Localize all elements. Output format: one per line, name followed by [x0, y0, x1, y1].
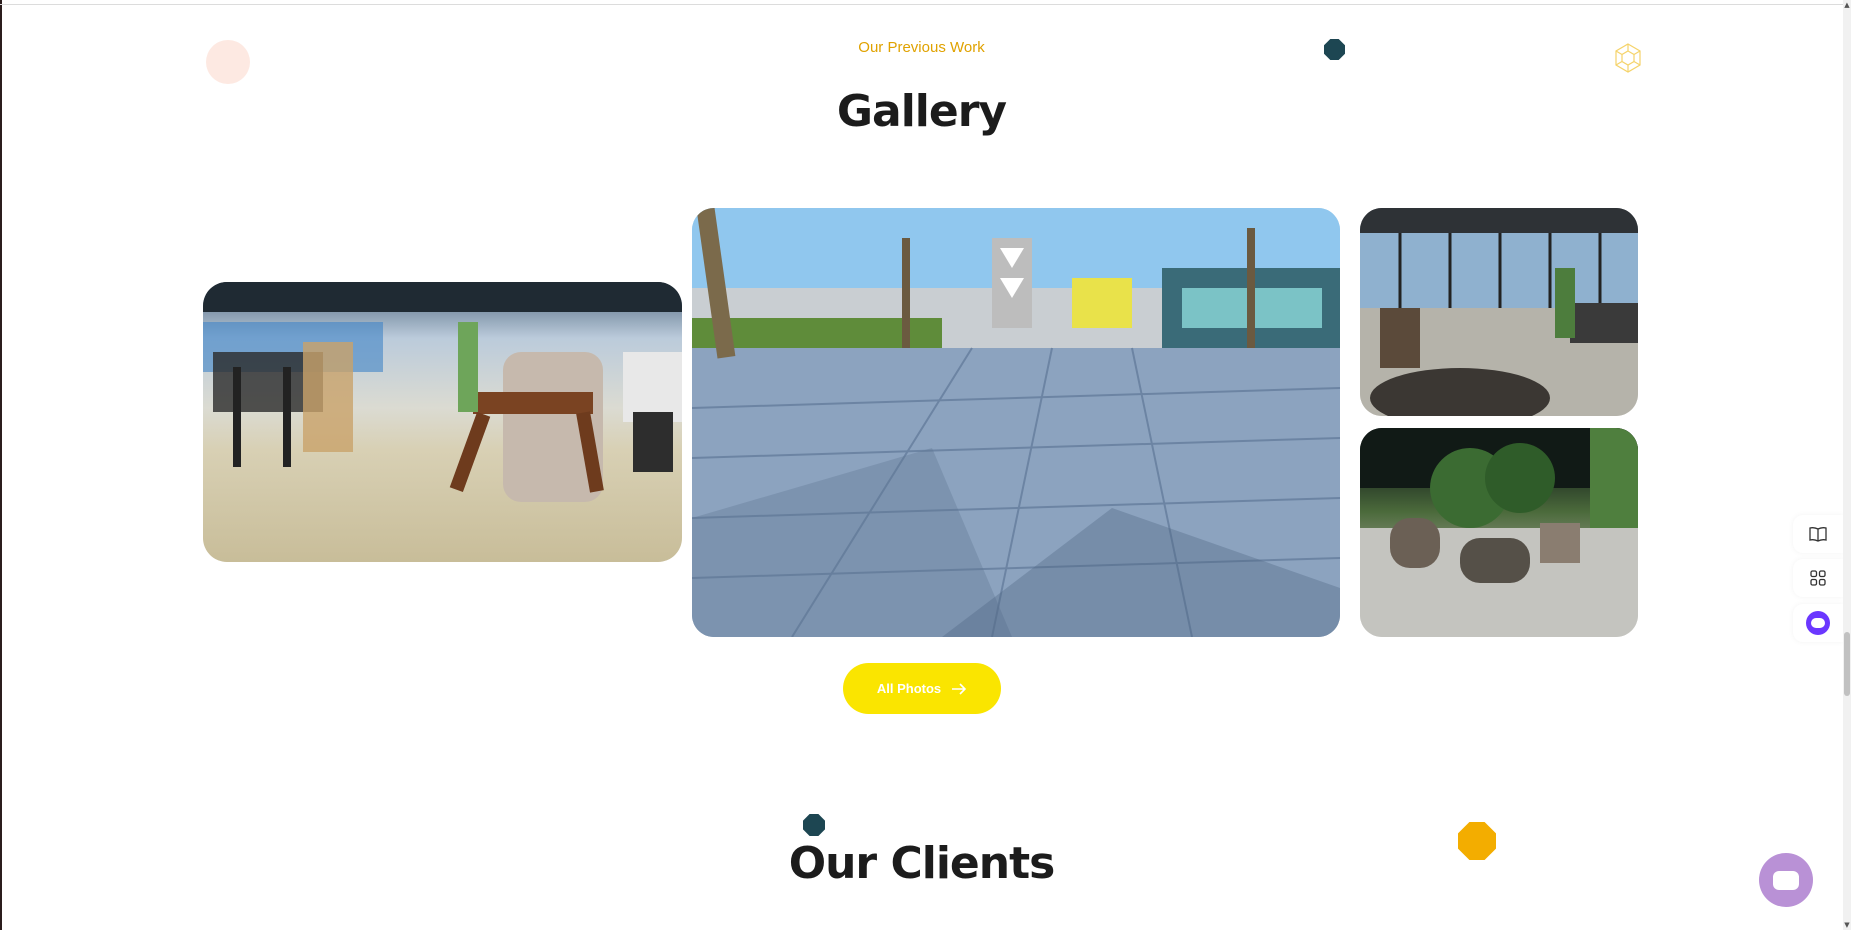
gallery-title: Gallery — [836, 86, 1007, 137]
side-widget-grid[interactable] — [1793, 559, 1843, 597]
chat-bubble-icon — [1773, 870, 1799, 890]
bot-icon — [1806, 611, 1830, 635]
scroll-down-arrow-icon[interactable]: ▼ — [1843, 920, 1851, 930]
page-scrollbar[interactable] — [1843, 0, 1851, 930]
decorative-octagon-dark — [803, 814, 825, 836]
gallery-photo-garden-lounge[interactable] — [1360, 428, 1638, 637]
gallery-photo-lounge-chair[interactable] — [203, 282, 682, 562]
side-widget-book[interactable] — [1793, 515, 1843, 553]
top-divider — [0, 4, 1843, 5]
gallery-subtitle: Our Previous Work — [858, 39, 985, 56]
gallery-photo-plaza[interactable] — [692, 208, 1340, 637]
chat-button[interactable] — [1759, 853, 1813, 907]
side-widget-assistant[interactable] — [1793, 604, 1843, 642]
clients-title: Our Clients — [788, 838, 1056, 889]
all-photos-label: All Photos — [876, 681, 942, 696]
window-edge — [0, 0, 2, 930]
scroll-up-arrow-icon[interactable]: ▲ — [1843, 0, 1851, 10]
scrollbar-thumb[interactable] — [1844, 632, 1850, 696]
book-icon — [1809, 527, 1827, 542]
grid-icon — [1810, 570, 1826, 586]
all-photos-button[interactable]: All Photos — [843, 663, 1001, 714]
gallery-photo-lobby[interactable] — [1360, 208, 1638, 416]
arrow-right-icon — [952, 682, 967, 695]
